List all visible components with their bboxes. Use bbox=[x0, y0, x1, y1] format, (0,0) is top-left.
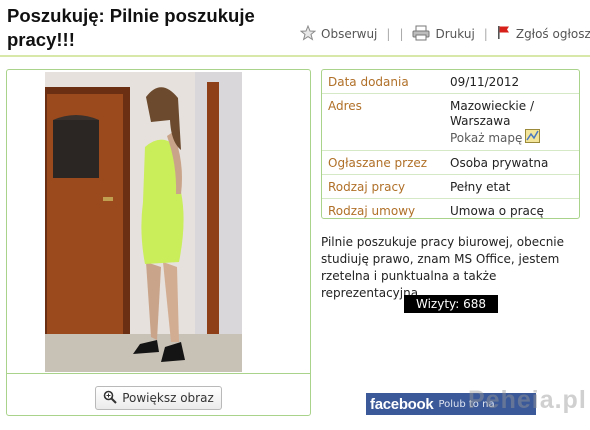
star-icon bbox=[299, 24, 317, 44]
visits-counter: Wizyty: 688 bbox=[404, 295, 498, 313]
report-label: Zgłoś ogłoszenie bbox=[515, 27, 590, 41]
zoom-image-button[interactable]: Powiększ obraz bbox=[95, 386, 222, 410]
printer-icon bbox=[412, 25, 430, 44]
image-panel-divider bbox=[7, 373, 310, 374]
watermark: Peheia.pl bbox=[468, 386, 587, 414]
toolbar-separator: | bbox=[386, 27, 391, 41]
show-map-label: Pokaż mapę bbox=[450, 130, 523, 145]
details-row-advertiser: Ogłaszane przez Osoba prywatna bbox=[322, 150, 579, 174]
map-icon bbox=[525, 129, 541, 147]
details-value: 09/11/2012 bbox=[450, 75, 520, 89]
details-label: Rodzaj umowy bbox=[328, 204, 416, 218]
listing-title: Poszukuję: Pilnie poszukuje pracy!!! bbox=[7, 5, 255, 50]
listing-description: Pilnie poszukuje pracy biurowej, obecnie… bbox=[321, 235, 565, 300]
details-table: Data dodania 09/11/2012 Adres Mazowiecki… bbox=[321, 69, 580, 219]
print-label: Drukuj bbox=[435, 27, 475, 41]
listing-photo[interactable] bbox=[45, 72, 242, 372]
details-label: Ogłaszane przez bbox=[328, 156, 428, 170]
details-label: Adres bbox=[328, 99, 362, 113]
show-map-link[interactable]: Pokaż mapę bbox=[450, 129, 541, 147]
observe-label: Obserwuj bbox=[321, 27, 378, 41]
details-row-address: Adres Mazowieckie / Warszawa Pokaż mapę bbox=[322, 93, 579, 150]
details-value: Umowa o pracę bbox=[450, 204, 544, 218]
print-button[interactable]: Drukuj bbox=[412, 25, 475, 44]
details-value: Osoba prywatna bbox=[450, 156, 549, 170]
details-row-job-type: Rodzaj pracy Pełny etat bbox=[322, 174, 579, 198]
details-value: Mazowieckie / Warszawa Pokaż mapę bbox=[446, 94, 579, 150]
zoom-image-label: Powiększ obraz bbox=[122, 391, 214, 405]
header-divider bbox=[0, 55, 590, 57]
report-button[interactable]: Zgłoś ogłoszenie bbox=[497, 25, 590, 43]
details-label: Rodzaj pracy bbox=[328, 180, 406, 194]
details-row-contract-type: Rodzaj umowy Umowa o pracę bbox=[322, 198, 579, 218]
magnifier-icon bbox=[103, 390, 117, 407]
facebook-brand: facebook bbox=[370, 395, 434, 413]
details-value: Pełny etat bbox=[450, 180, 511, 194]
details-label: Data dodania bbox=[328, 75, 409, 89]
details-row-date: Data dodania 09/11/2012 bbox=[322, 70, 579, 93]
red-flag-icon bbox=[497, 25, 511, 43]
listing-toolbar: Obserwuj | | Drukuj | Zgłoś ogłoszenie bbox=[299, 22, 590, 46]
toolbar-separator: | bbox=[483, 27, 488, 41]
toolbar-separator: | bbox=[399, 27, 404, 41]
address-text: Mazowieckie / Warszawa bbox=[450, 99, 534, 128]
image-panel: Powiększ obraz bbox=[6, 69, 311, 416]
observe-button[interactable]: Obserwuj bbox=[299, 24, 378, 44]
